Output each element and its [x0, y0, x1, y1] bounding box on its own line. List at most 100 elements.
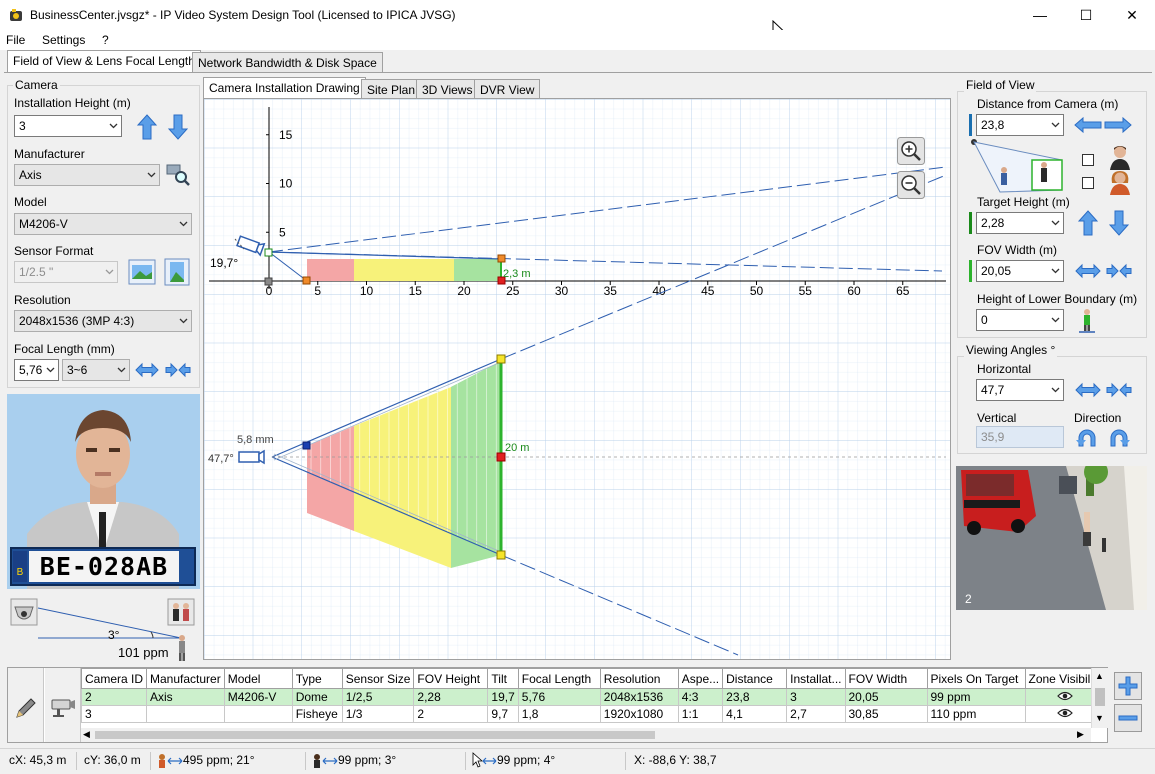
column-header[interactable]: Installat... [786, 668, 846, 689]
tab-field-of-view[interactable]: Field of View & Lens Focal Length [7, 50, 201, 73]
sensor-format-combo[interactable]: 1/2.5 " [14, 261, 118, 283]
rotate-left-icon[interactable] [1075, 426, 1099, 448]
column-header[interactable]: Sensor Size [341, 668, 415, 689]
male-target-checkbox[interactable] [1082, 154, 1094, 166]
table-cell[interactable]: 2 [413, 705, 489, 723]
dome-camera-icon[interactable] [10, 598, 38, 626]
vertical-angle-field[interactable]: 35,9 [976, 426, 1064, 448]
menu-settings[interactable]: Settings [42, 33, 85, 47]
female-target-checkbox[interactable] [1082, 177, 1094, 189]
widen-arrows-icon[interactable] [1075, 381, 1101, 399]
table-cell[interactable]: 1,8 [517, 705, 601, 723]
maximize-button[interactable]: ☐ [1063, 0, 1109, 30]
scroll-right-icon[interactable]: ▶ [1077, 729, 1084, 740]
side-origin-handle[interactable] [264, 277, 273, 286]
table-cell[interactable]: 1/3 [341, 705, 415, 723]
column-header[interactable]: Resolution [599, 668, 679, 689]
focal-length-combo[interactable]: 5,76 [14, 359, 59, 381]
h-scroll-thumb[interactable] [95, 731, 655, 739]
menu-help[interactable]: ? [102, 33, 109, 47]
narrow-arrows-icon[interactable] [165, 361, 191, 379]
eye-icon[interactable] [1057, 691, 1074, 701]
menu-file[interactable]: File [6, 33, 25, 47]
arrow-down-icon[interactable] [1109, 210, 1129, 236]
lower-boundary-combo[interactable]: 0 [976, 309, 1064, 331]
manufacturer-combo[interactable]: Axis [14, 164, 160, 186]
table-cell[interactable]: 4,1 [722, 705, 788, 723]
table-cell[interactable]: 1:1 [677, 705, 724, 723]
target-height-combo[interactable]: 2,28 [976, 212, 1064, 234]
tab-site-plan[interactable]: Site Plan [361, 79, 422, 100]
horizontal-angle-combo[interactable]: 47,7 [976, 379, 1064, 401]
table-cell[interactable]: Fisheye [291, 705, 343, 723]
table-cell[interactable]: 110 ppm [926, 705, 1026, 723]
widen-arrows-icon[interactable] [1075, 262, 1101, 280]
table-cell[interactable]: Dome [291, 688, 343, 706]
camera-installation-drawing[interactable]: 15 10 5 0 5 10 15 20 25 30 35 40 45 50 55 60 65 19,7° 2… [203, 98, 951, 660]
zoom-out-button[interactable] [897, 171, 925, 199]
column-header[interactable]: FOV Width [844, 668, 928, 689]
distance-combo[interactable]: 23,8 [976, 114, 1064, 136]
arrow-down-icon[interactable] [167, 114, 189, 140]
column-header[interactable]: Model [223, 668, 293, 689]
arrow-up-icon[interactable] [136, 114, 158, 140]
table-cell[interactable]: 2,7 [786, 705, 846, 723]
add-camera-button[interactable] [1114, 672, 1142, 700]
tab-network-bandwidth[interactable]: Network Bandwidth & Disk Space [192, 52, 383, 73]
scroll-up-icon[interactable]: ▲ [1095, 671, 1104, 681]
top-center-handle[interactable] [496, 452, 506, 462]
arrow-left-icon[interactable] [1074, 116, 1102, 134]
top-camera-icon[interactable] [238, 449, 265, 465]
fov-width-combo[interactable]: 20,05 [976, 260, 1064, 282]
minimize-button[interactable]: — [1017, 0, 1063, 30]
column-header[interactable]: Camera ID [81, 668, 148, 689]
table-cell[interactable]: 2 [81, 688, 148, 706]
eye-icon[interactable] [1057, 708, 1074, 718]
narrow-arrows-icon[interactable] [1106, 381, 1132, 399]
scroll-thumb[interactable] [1095, 688, 1105, 706]
portrait-orientation-icon[interactable] [164, 258, 190, 286]
top-lower-handle[interactable] [496, 550, 506, 560]
table-row[interactable]: 2 Axis M4206-V Dome 1/2,5 2,28 19,7 5,76 2048x15… [81, 688, 1091, 706]
table-cell[interactable] [146, 705, 225, 723]
arrow-up-icon[interactable] [1078, 210, 1098, 236]
column-header[interactable]: Tilt [487, 668, 519, 689]
table-row[interactable]: 3 Fisheye 1/3 2 9,7 1,8 1920x1080 1:1 4,1 2,7 30,8… [81, 705, 1091, 723]
column-header[interactable]: Pixels On Target [926, 668, 1026, 689]
table-cell[interactable]: 99 ppm [926, 688, 1026, 706]
table-cell[interactable]: Axis [146, 688, 225, 706]
widen-arrows-icon[interactable] [135, 361, 159, 379]
cctv-camera-icon[interactable] [50, 696, 76, 718]
table-cell[interactable]: 3 [81, 705, 148, 723]
table-cell[interactable]: 1920x1080 [599, 705, 679, 723]
table-cell[interactable]: 9,7 [487, 705, 519, 723]
column-header[interactable]: Type [291, 668, 343, 689]
top-near-handle[interactable] [302, 441, 311, 450]
side-camera-handle[interactable] [264, 248, 273, 257]
table-cell[interactable]: 2,28 [413, 688, 489, 706]
tab-3d-views[interactable]: 3D Views [416, 79, 479, 100]
resolution-combo[interactable]: 2048x1536 (3MP 4:3) [14, 310, 192, 332]
table-cell[interactable]: 4:3 [677, 688, 724, 706]
zone-visibility-cell[interactable] [1024, 705, 1091, 723]
rotate-right-icon[interactable] [1107, 426, 1131, 448]
column-header[interactable]: Distance [722, 668, 788, 689]
search-camera-icon[interactable] [166, 162, 190, 186]
column-header[interactable]: FOV Height [413, 668, 489, 689]
column-header[interactable]: Aspe... [677, 668, 724, 689]
table-cell[interactable]: 1/2,5 [341, 688, 415, 706]
column-header[interactable]: Focal Length [517, 668, 601, 689]
close-button[interactable]: ✕ [1109, 0, 1155, 30]
landscape-orientation-icon[interactable] [128, 259, 156, 285]
tab-camera-installation-drawing[interactable]: Camera Installation Drawing [203, 77, 366, 100]
table-cell[interactable]: 30,85 [844, 705, 928, 723]
vertical-scrollbar[interactable]: ▲ ▼ [1091, 668, 1108, 728]
tab-dvr-view[interactable]: DVR View [474, 79, 541, 100]
arrow-right-icon[interactable] [1104, 116, 1132, 134]
3d-view-preview[interactable]: 2 [956, 466, 1147, 610]
table-cell[interactable]: 3 [786, 688, 846, 706]
pencil-icon[interactable] [14, 696, 38, 720]
installation-height-combo[interactable]: 3 [14, 115, 122, 137]
table-cell[interactable]: 23,8 [722, 688, 788, 706]
side-top-handle[interactable] [497, 254, 506, 263]
